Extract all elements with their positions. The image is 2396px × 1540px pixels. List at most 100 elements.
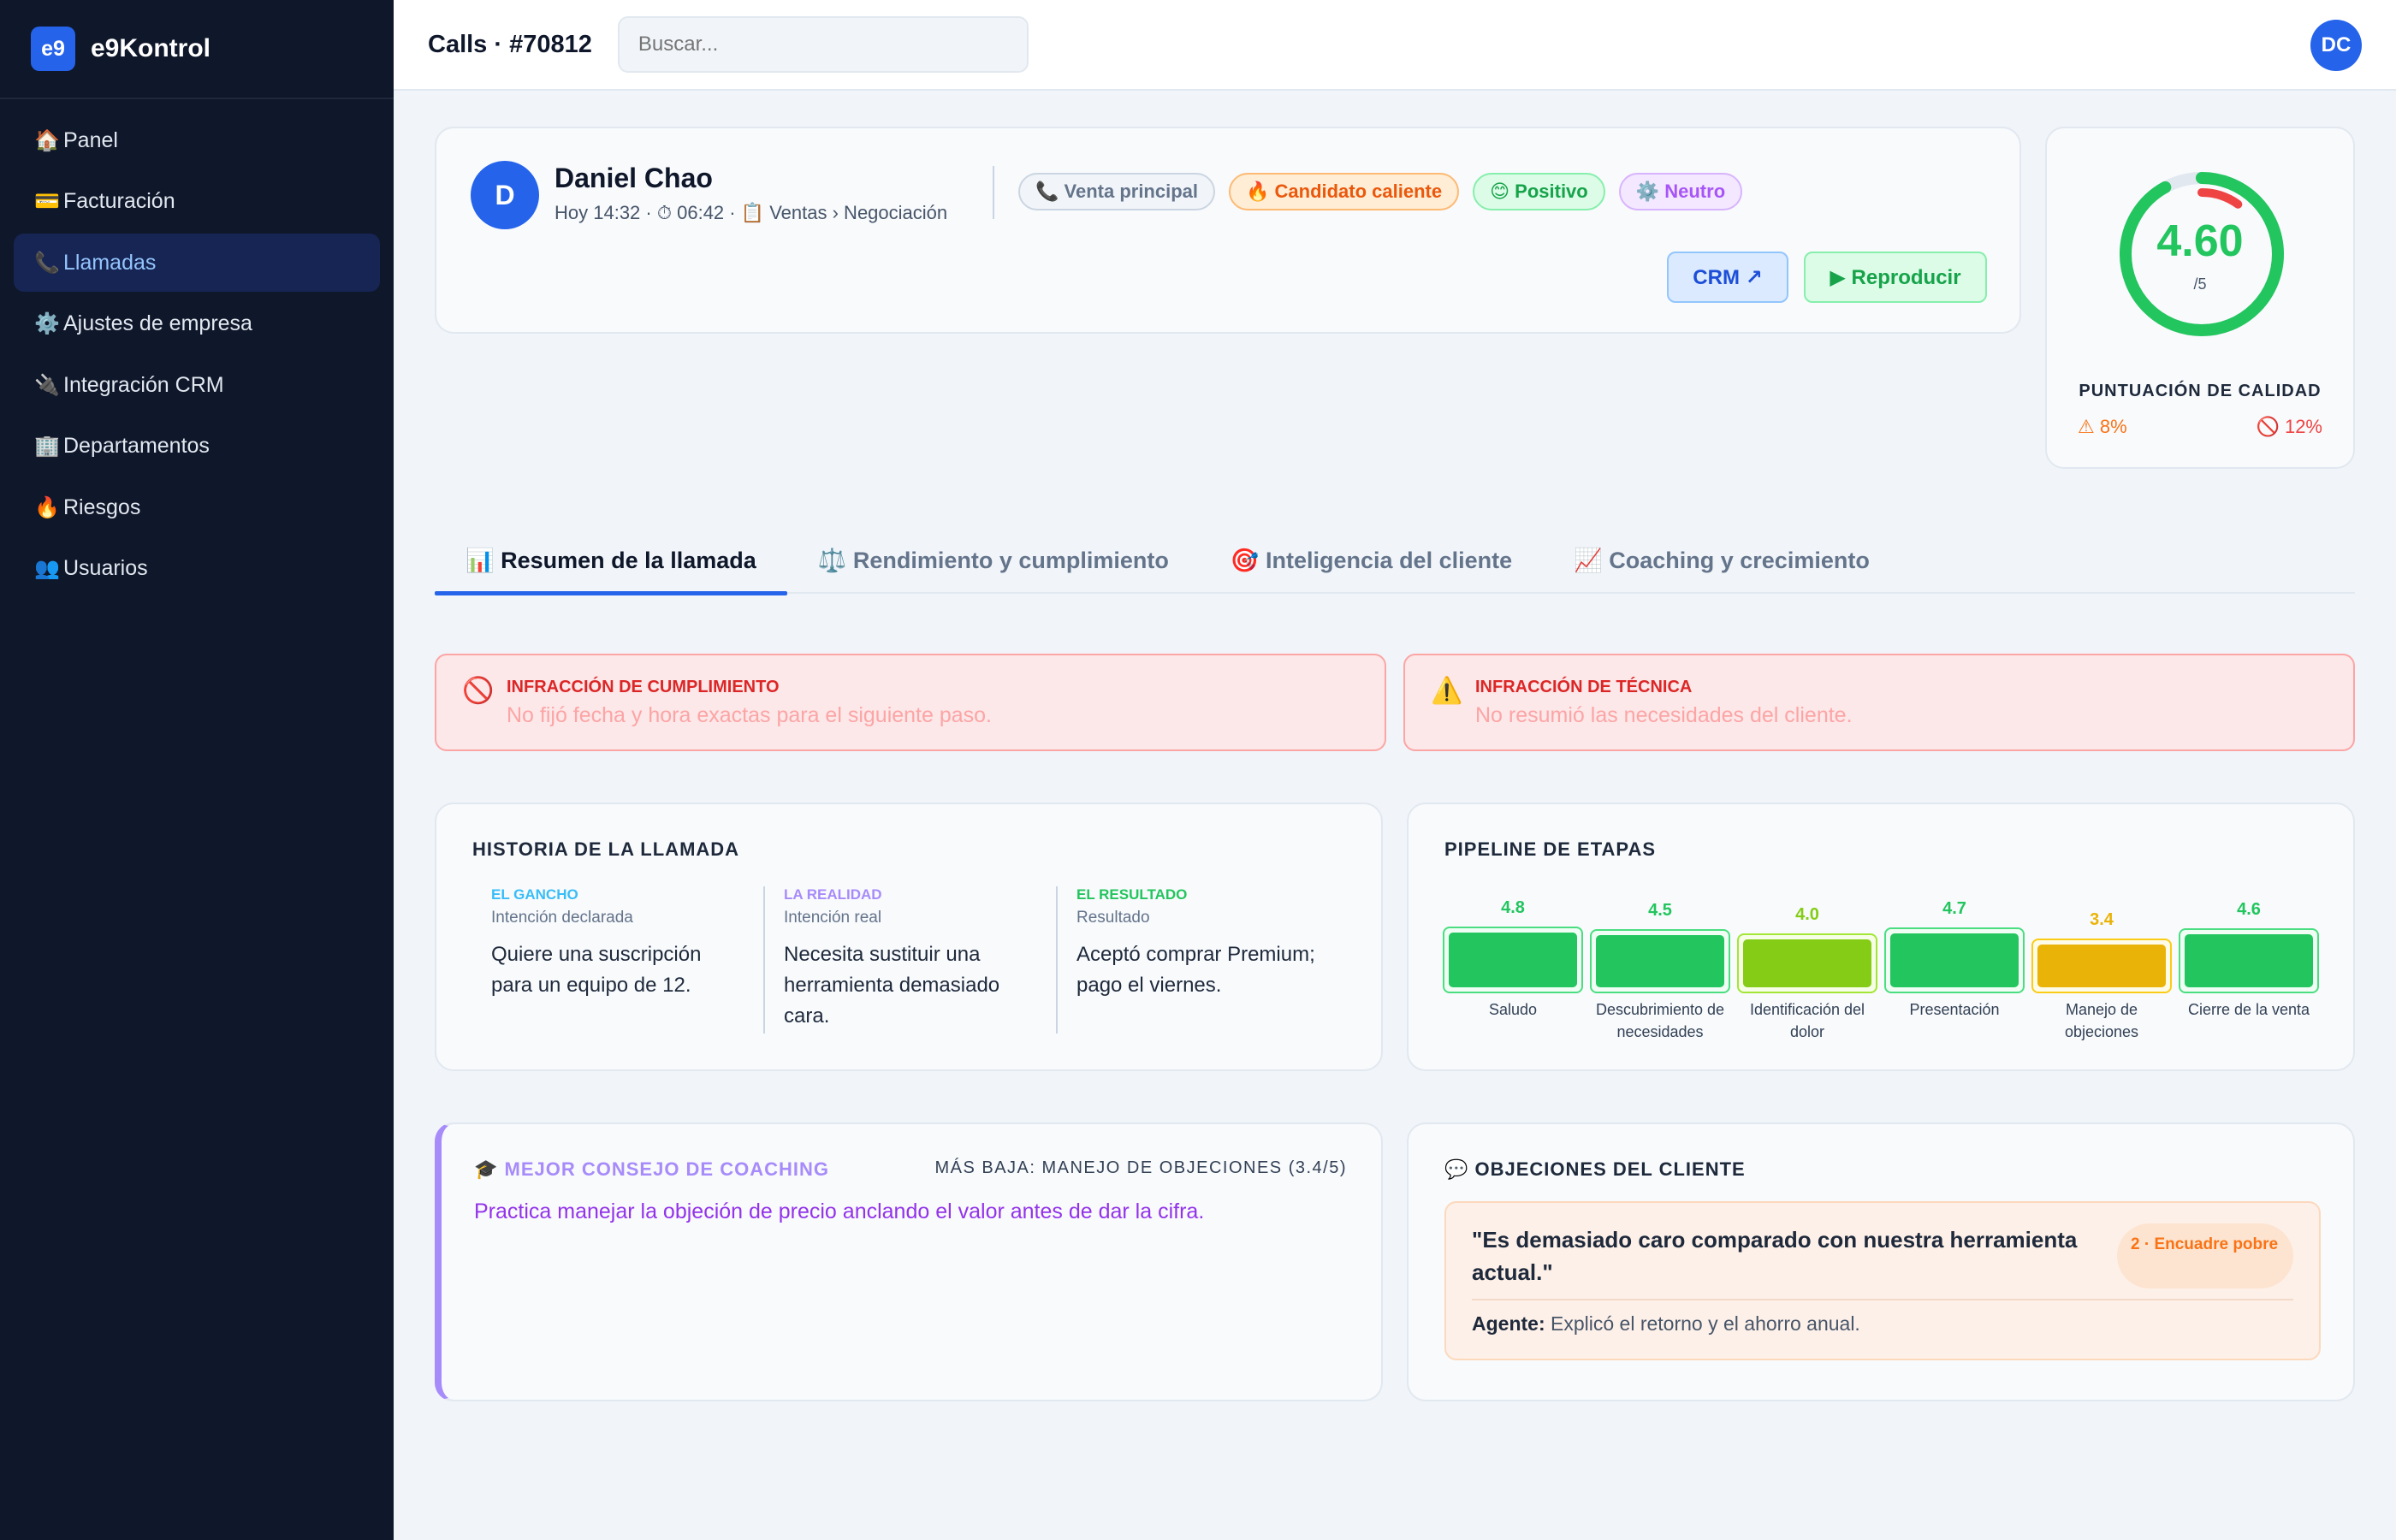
quality-score-max: /5 — [2193, 275, 2207, 293]
stage-bar-fill — [2037, 945, 2166, 987]
alert-text: No resumió las necesidades del cliente. — [1475, 703, 1853, 727]
stage-label: Manejo de objeciones — [2064, 1001, 2139, 1040]
story-sub: Intención real — [784, 909, 882, 927]
brand[interactable]: e9 e9Kontrol — [0, 0, 394, 99]
stage-score: 4.5 — [1648, 901, 1672, 920]
story-result: EL RESULTADO Resultado Aceptó comprar Pr… — [1076, 886, 1333, 1001]
section-title: 💬 OBJECIONES DEL CLIENTE — [1444, 1158, 1746, 1180]
stage-pipeline-card: PIPELINE DE ETAPAS 4.8 Saludo 4.5 Descub… — [1407, 803, 2355, 1071]
stage-bar — [1443, 927, 1583, 993]
pipeline-stage[interactable]: 4.8 Saludo — [1443, 898, 1583, 1021]
fire-icon: 🔥 — [34, 495, 60, 519]
quality-score-label: PUNTUACIÓN DE CALIDAD — [2079, 382, 2322, 400]
agent-response: Agente: Explicó el retorno y el ahorro a… — [1472, 1312, 1860, 1336]
divider — [1472, 1299, 2293, 1300]
sidebar-item-usuarios[interactable]: 👥 Usuarios — [14, 540, 380, 598]
agent-response-text: Explicó el retorno y el ahorro anual. — [1545, 1312, 1860, 1335]
user-avatar[interactable]: DC — [2310, 20, 2362, 71]
sidebar-item-facturacion[interactable]: 💳 Facturación — [14, 173, 380, 231]
alert-title: INFRACCIÓN DE CUMPLIMIENTO — [507, 678, 780, 696]
alert-text: No fijó fecha y hora exactas para el sig… — [507, 703, 993, 727]
story-kicker: EL GANCHO — [491, 886, 578, 903]
sidebar-item-label: Facturación — [63, 189, 175, 213]
coaching-title: 🎓 MEJOR CONSEJO DE COACHING — [474, 1158, 829, 1180]
objection-rating-badge: 2 · Encuadre pobre — [2117, 1223, 2293, 1288]
objection-item[interactable]: "Es demasiado caro comparado con nuestra… — [1444, 1201, 2321, 1360]
users-icon: 👥 — [34, 557, 60, 580]
story-kicker: EL RESULTADO — [1076, 886, 1188, 903]
stage-bar — [2031, 939, 2172, 993]
sidebar-item-label: Riesgos — [63, 495, 141, 519]
stage-score: 4.0 — [1795, 905, 1819, 924]
sidebar-item-departamentos[interactable]: 🏢 Departamentos — [14, 418, 380, 476]
stage-label: Cierre de la venta — [2187, 1001, 2310, 1018]
story-reality: LA REALIDAD Intención real Necesita sust… — [784, 886, 1041, 1032]
sidebar: e9 e9Kontrol 🏠 Panel 💳 Facturación 📞 Lla… — [0, 0, 394, 1540]
tab-rendimiento[interactable]: ⚖️ Rendimiento y cumplimiento — [787, 527, 1200, 594]
gear-icon: ⚙️ — [34, 312, 60, 335]
sidebar-item-riesgos[interactable]: 🔥 Riesgos — [14, 478, 380, 536]
customer-objections-card: 💬 OBJECIONES DEL CLIENTE "Es demasiado c… — [1407, 1122, 2355, 1401]
story-kicker: LA REALIDAD — [784, 886, 882, 903]
sidebar-item-label: Departamentos — [63, 434, 210, 458]
call-meta: Hoy 14:32 · ⏱ 06:42 · 📋 Ventas › Negocia… — [555, 202, 948, 223]
pipeline-stage[interactable]: 3.4 Manejo de objeciones — [2031, 910, 2172, 1043]
office-building-icon: 🏢 — [34, 435, 60, 458]
tab-coaching[interactable]: 📈 Coaching y crecimiento — [1543, 527, 1901, 594]
violation-percentage: 🚫 12% — [2256, 416, 2322, 437]
quality-score-value: 4.60 — [2156, 216, 2244, 266]
play-button[interactable]: ▶ Reproducir — [1804, 252, 1987, 303]
call-tags: 📞 Venta principal 🔥 Candidato caliente 😊… — [1018, 173, 1743, 210]
lowest-stage-label: MÁS BAJA: MANEJO DE OBJECIONES (3.4/5) — [934, 1158, 1347, 1177]
divider — [993, 166, 994, 219]
crm-button[interactable]: CRM ↗ — [1667, 252, 1788, 303]
sidebar-item-label: Panel — [63, 127, 118, 152]
sidebar-item-ajustes[interactable]: ⚙️ Ajustes de empresa — [14, 295, 380, 353]
plug-icon: 🔌 — [34, 373, 60, 397]
sidebar-item-crm[interactable]: 🔌 Integración CRM — [14, 356, 380, 414]
stage-score: 4.8 — [1501, 898, 1525, 917]
section-title: PIPELINE DE ETAPAS — [1444, 838, 1657, 860]
stage-label: Saludo — [1488, 1001, 1538, 1018]
section-title: HISTORIA DE LA LLAMADA — [472, 838, 740, 860]
divider — [763, 886, 765, 1034]
sidebar-item-label: Ajustes de empresa — [63, 311, 252, 335]
pipeline-stage[interactable]: 4.5 Descubrimiento de necesidades — [1590, 901, 1730, 1043]
phone-icon: 📞 — [34, 251, 60, 275]
brand-logo: e9 — [31, 27, 75, 71]
tab-resumen[interactable]: 📊 Resumen de la llamada — [435, 527, 787, 595]
tag-sentiment-positivo: 😊 Positivo — [1473, 173, 1605, 210]
stage-bar — [1884, 927, 2025, 993]
sidebar-item-panel[interactable]: 🏠 Panel — [14, 111, 380, 169]
pipeline-stage[interactable]: 4.6 Cierre de la venta — [2179, 900, 2319, 1021]
stage-label: Presentación — [1909, 1001, 2000, 1018]
tag-venta-principal: 📞 Venta principal — [1018, 173, 1215, 210]
story-sub: Resultado — [1076, 909, 1150, 927]
sidebar-item-llamadas[interactable]: 📞 Llamadas — [14, 234, 380, 292]
sidebar-item-label: Llamadas — [63, 250, 157, 275]
search-input[interactable] — [617, 16, 1029, 73]
pipeline-stage[interactable]: 4.7 Presentación — [1884, 899, 2025, 1021]
stage-bar — [2179, 928, 2319, 993]
objection-quote: "Es demasiado caro comparado con nuestra… — [1472, 1227, 2078, 1285]
compliance-violation-alert: 🚫 INFRACCIÓN DE CUMPLIMIENTO No fijó fec… — [435, 654, 1386, 751]
alert-title: INFRACCIÓN DE TÉCNICA — [1475, 678, 1693, 696]
credit-card-icon: 💳 — [34, 190, 60, 213]
divider — [1056, 886, 1058, 1034]
pipeline-stage[interactable]: 4.0 Identificación del dolor — [1737, 905, 1877, 1043]
agent-label: Agente: — [1472, 1312, 1545, 1335]
story-sub: Intención declarada — [491, 909, 633, 927]
page-title: Calls · #70812 — [428, 30, 592, 58]
stage-bar — [1737, 933, 1877, 993]
stage-label: Identificación del dolor — [1749, 1001, 1865, 1040]
sidebar-nav: 🏠 Panel 💳 Facturación 📞 Llamadas ⚙️ Ajus… — [0, 99, 394, 613]
tag-neutro: ⚙️ Neutro — [1618, 173, 1743, 210]
story-body: Aceptó comprar Premium; pago el viernes. — [1076, 943, 1315, 997]
home-icon: 🏠 — [34, 128, 60, 152]
technique-violation-alert: ⚠️ INFRACCIÓN DE TÉCNICA No resumió las … — [1403, 654, 2355, 751]
coaching-tip-card: 🎓 MEJOR CONSEJO DE COACHING MÁS BAJA: MA… — [435, 1122, 1383, 1401]
tab-inteligencia[interactable]: 🎯 Inteligencia del cliente — [1200, 527, 1543, 594]
call-header-card: D Daniel Chao Hoy 14:32 · ⏱ 06:42 · 📋 Ve… — [435, 127, 2021, 334]
stage-score: 3.4 — [2090, 910, 2114, 929]
stage-bar-fill — [1743, 939, 1871, 987]
